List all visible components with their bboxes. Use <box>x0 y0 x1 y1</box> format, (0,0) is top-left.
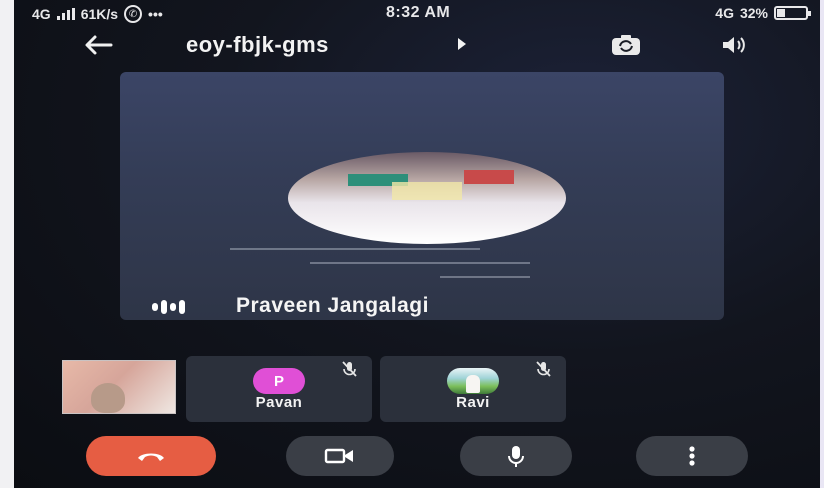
network-type-label-right: 4G <box>715 5 734 21</box>
scan-artifact <box>310 262 530 264</box>
back-arrow-icon <box>85 35 113 55</box>
mic-off-icon <box>342 361 357 377</box>
clock: 8:32 AM <box>386 4 451 21</box>
status-bar: 4G 61K/s ✆ ••• 8:32 AM 4G 32% <box>14 0 820 26</box>
more-options-icon <box>689 446 695 466</box>
scan-artifact <box>230 248 480 250</box>
participant-name: Pavan <box>255 394 303 411</box>
notification-dots: ••• <box>148 6 163 22</box>
meeting-code-title[interactable]: eoy-fbjk-gms <box>186 32 329 58</box>
mic-off-icon <box>536 361 551 377</box>
speaker-icon <box>723 37 745 53</box>
status-left: 4G 61K/s ✆ ••• <box>32 5 163 23</box>
battery-icon <box>774 6 811 20</box>
call-header: eoy-fbjk-gms <box>14 26 820 66</box>
self-preview-face <box>91 383 125 413</box>
main-speaker-tile[interactable]: Praveen Jangalagi <box>120 72 724 320</box>
avatar-photo-detail <box>466 375 480 393</box>
end-call-button[interactable] <box>86 436 216 476</box>
scan-artifact <box>440 276 530 278</box>
data-speed-label: 61K/s <box>80 6 119 22</box>
avatar-photo-detail <box>464 170 514 184</box>
participant-tile-ravi[interactable]: Ravi <box>380 356 566 422</box>
toggle-mic-button[interactable] <box>460 436 572 476</box>
switch-camera-button[interactable] <box>608 30 644 60</box>
avatar-photo-detail <box>392 182 462 200</box>
screen-edge-right <box>820 0 824 488</box>
network-type-label: 4G <box>32 6 51 22</box>
switch-camera-icon <box>612 35 640 55</box>
participant-name: Ravi <box>456 394 490 411</box>
whatsapp-icon: ✆ <box>124 5 143 23</box>
end-call-icon <box>138 453 164 461</box>
speaker-avatar <box>288 152 566 244</box>
status-right: 4G 32% <box>715 5 811 21</box>
back-button[interactable] <box>80 30 116 60</box>
speaker-name: Praveen Jangalagi <box>236 294 429 317</box>
more-options-button[interactable] <box>636 436 748 476</box>
participant-avatar: P <box>253 368 305 394</box>
self-preview[interactable] <box>62 360 176 414</box>
caret-right-icon[interactable] <box>458 38 466 50</box>
speaker-button[interactable] <box>716 30 752 60</box>
battery-percent: 32% <box>739 5 768 21</box>
participant-tile-pavan[interactable]: P Pavan <box>186 356 372 422</box>
participant-avatar <box>447 368 499 394</box>
signal-icon <box>56 8 75 20</box>
meet-call-screen: 4G 61K/s ✆ ••• 8:32 AM 4G 32% eoy-fbjk-g… <box>14 0 820 488</box>
speaking-indicator-icon <box>152 300 185 314</box>
video-camera-icon <box>324 448 353 464</box>
microphone-icon <box>508 446 524 467</box>
toggle-video-button[interactable] <box>286 436 394 476</box>
screen-edge-left <box>0 0 14 488</box>
